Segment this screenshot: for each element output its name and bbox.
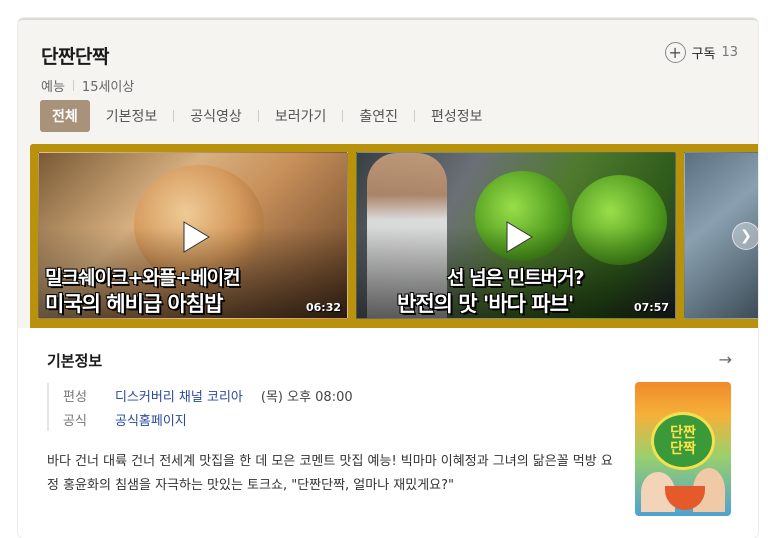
clip-duration: 06:32 bbox=[305, 301, 341, 314]
tab-official-videos[interactable]: 공식영상 bbox=[190, 106, 242, 126]
poster-title-badge: 단짠 단짝 bbox=[651, 412, 715, 470]
subscribe-count: 13 bbox=[721, 45, 738, 60]
play-icon[interactable] bbox=[176, 219, 212, 255]
tab-bar: 전체 기본정보 공식영상 보러가기 출연진 편성정보 bbox=[40, 100, 483, 132]
official-row: 공식 공식홈페이지 bbox=[63, 407, 353, 431]
page: 단짠단짝 + 구독 13 예능 15세이상 전체 기본정보 공식영상 보러가기 bbox=[0, 0, 768, 538]
program-title[interactable]: 단짠단짝 bbox=[41, 42, 109, 69]
video-clip-1[interactable]: 밀크쉐이크+와플+베이컨 미국의 헤비급 아침밥 06:32 bbox=[38, 152, 348, 319]
tab-watch[interactable]: 보러가기 bbox=[275, 106, 327, 126]
section-title: 기본정보 bbox=[47, 352, 103, 370]
basic-info-section: 기본정보 → 편성 디스커버리 채널 코리아 (목) 오후 08:00 공식 공… bbox=[18, 328, 758, 538]
arrow-right-icon[interactable]: → bbox=[719, 350, 732, 369]
clip-caption-line2: 반전의 맛 '바다 파브' bbox=[397, 292, 574, 316]
airtime: (목) 오후 08:00 bbox=[260, 389, 353, 405]
channel-link[interactable]: 디스커버리 채널 코리아 bbox=[115, 386, 243, 405]
clip-caption-line1: 선 넘은 민트버거? bbox=[447, 267, 585, 289]
clip-caption-line1: 밀크쉐이크+와플+베이컨 bbox=[45, 267, 241, 289]
age-rating: 15세이상 bbox=[81, 80, 135, 95]
official-label: 공식 bbox=[63, 413, 87, 429]
play-icon[interactable] bbox=[499, 219, 535, 255]
subscribe-label: 구독 bbox=[691, 47, 716, 62]
program-description: 바다 건너 대륙 건너 전세계 맛집을 한 데 모은 코멘트 맛집 예능! 빅마… bbox=[47, 454, 613, 493]
program-header: 단짠단짝 + 구독 13 예능 15세이상 전체 기본정보 공식영상 보러가기 bbox=[18, 20, 758, 328]
program-card: 단짠단짝 + 구독 13 예능 15세이상 전체 기본정보 공식영상 보러가기 bbox=[18, 18, 758, 538]
video-clip-2[interactable]: 선 넘은 민트버거? 반전의 맛 '바다 파브' 07:57 bbox=[356, 152, 676, 319]
schedule-row: 편성 디스커버리 채널 코리아 (목) 오후 08:00 bbox=[63, 383, 353, 407]
tab-schedule[interactable]: 편성정보 bbox=[431, 106, 483, 126]
genre-label: 예능 bbox=[41, 80, 65, 95]
chevron-right-icon: ❯ bbox=[740, 228, 752, 244]
tab-basic-info[interactable]: 기본정보 bbox=[106, 106, 158, 126]
poster-title-line1: 단짠 bbox=[670, 425, 696, 441]
program-meta: 예능 15세이상 bbox=[41, 76, 134, 95]
poster-title-line2: 단짝 bbox=[670, 441, 696, 457]
tab-divider bbox=[342, 110, 344, 122]
tab-all[interactable]: 전체 bbox=[40, 100, 90, 132]
clip-caption-line2: 미국의 헤비급 아침밥 bbox=[45, 292, 224, 316]
homepage-link[interactable]: 공식홈페이지 bbox=[115, 410, 187, 429]
tab-cast[interactable]: 출연진 bbox=[359, 106, 398, 126]
tab-divider bbox=[414, 110, 415, 122]
carousel-next-button[interactable]: ❯ bbox=[732, 222, 758, 250]
program-poster[interactable]: 단짠 단짝 bbox=[635, 382, 731, 516]
info-rows: 편성 디스커버리 채널 코리아 (목) 오후 08:00 공식 공식홈페이지 bbox=[47, 383, 353, 431]
meta-divider bbox=[72, 80, 74, 91]
subscribe-button[interactable]: + 구독 13 bbox=[664, 42, 738, 63]
clip-duration: 07:57 bbox=[633, 301, 669, 314]
plus-circle-icon[interactable]: + bbox=[664, 42, 686, 63]
tab-divider bbox=[173, 110, 175, 122]
tab-divider bbox=[257, 110, 259, 122]
clip-carousel: 밀크쉐이크+와플+베이컨 미국의 헤비급 아침밥 06:32 선 넘은 민트버거… bbox=[30, 144, 758, 328]
schedule-label: 편성 bbox=[63, 389, 87, 405]
